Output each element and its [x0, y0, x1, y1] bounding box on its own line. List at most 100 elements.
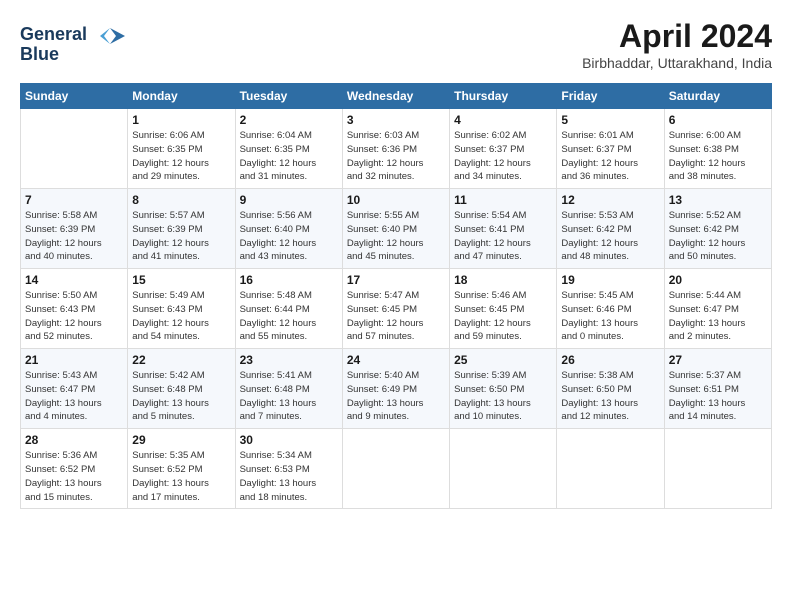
- calendar-cell: 16 Sunrise: 5:48 AM Sunset: 6:44 PM Dayli…: [235, 269, 342, 349]
- logo: General Blue: [20, 18, 130, 71]
- calendar-cell: 24Sunrise: 5:40 AM Sunset: 6:49 PM Dayli…: [342, 349, 449, 429]
- calendar-cell: 3 Sunrise: 6:03 AM Sunset: 6:36 PM Daylig…: [342, 109, 449, 189]
- day-info: Sunrise: 5:55 AM Sunset: 6:40 PM Dayligh…: [347, 209, 445, 264]
- calendar-cell: 13 Sunrise: 5:52 AM Sunset: 6:42 PM Dayli…: [664, 189, 771, 269]
- column-header-monday: Monday: [128, 84, 235, 109]
- column-header-wednesday: Wednesday: [342, 84, 449, 109]
- calendar-cell: 30Sunrise: 5:34 AM Sunset: 6:53 PM Dayli…: [235, 429, 342, 509]
- day-info: Sunrise: 5:44 AM Sunset: 6:47 PM Dayligh…: [669, 289, 767, 344]
- calendar-cell: [342, 429, 449, 509]
- day-number: 15: [132, 273, 230, 287]
- day-number: 12: [561, 193, 659, 207]
- day-info: Sunrise: 5:41 AM Sunset: 6:48 PM Dayligh…: [240, 369, 338, 424]
- calendar-cell: 14 Sunrise: 5:50 AM Sunset: 6:43 PM Dayli…: [21, 269, 128, 349]
- calendar-week-2: 7 Sunrise: 5:58 AM Sunset: 6:39 PM Daylig…: [21, 189, 772, 269]
- day-info: Sunrise: 6:03 AM Sunset: 6:36 PM Dayligh…: [347, 129, 445, 184]
- calendar-cell: 20 Sunrise: 5:44 AM Sunset: 6:47 PM Dayli…: [664, 269, 771, 349]
- day-info: Sunrise: 6:06 AM Sunset: 6:35 PM Dayligh…: [132, 129, 230, 184]
- calendar-cell: 29Sunrise: 5:35 AM Sunset: 6:52 PM Dayli…: [128, 429, 235, 509]
- day-info: Sunrise: 6:01 AM Sunset: 6:37 PM Dayligh…: [561, 129, 659, 184]
- calendar-cell: [664, 429, 771, 509]
- calendar-cell: 15 Sunrise: 5:49 AM Sunset: 6:43 PM Dayli…: [128, 269, 235, 349]
- column-header-friday: Friday: [557, 84, 664, 109]
- day-number: 26: [561, 353, 659, 367]
- calendar-week-4: 21 Sunrise: 5:43 AM Sunset: 6:47 PM Dayli…: [21, 349, 772, 429]
- calendar-cell: 1 Sunrise: 6:06 AM Sunset: 6:35 PM Daylig…: [128, 109, 235, 189]
- day-number: 6: [669, 113, 767, 127]
- day-number: 10: [347, 193, 445, 207]
- title-area: April 2024 Birbhaddar, Uttarakhand, Indi…: [582, 18, 772, 71]
- calendar-cell: 11 Sunrise: 5:54 AM Sunset: 6:41 PM Dayli…: [450, 189, 557, 269]
- day-number: 16: [240, 273, 338, 287]
- day-number: 17: [347, 273, 445, 287]
- day-info: Sunrise: 5:46 AM Sunset: 6:45 PM Dayligh…: [454, 289, 552, 344]
- day-info: Sunrise: 5:48 AM Sunset: 6:44 PM Dayligh…: [240, 289, 338, 344]
- day-number: 30: [240, 433, 338, 447]
- calendar-cell: 12 Sunrise: 5:53 AM Sunset: 6:42 PM Dayli…: [557, 189, 664, 269]
- day-info: Sunrise: 5:37 AM Sunset: 6:51 PM Dayligh…: [669, 369, 767, 424]
- calendar-cell: [21, 109, 128, 189]
- calendar-cell: 25Sunrise: 5:39 AM Sunset: 6:50 PM Dayli…: [450, 349, 557, 429]
- calendar-cell: 23 Sunrise: 5:41 AM Sunset: 6:48 PM Dayli…: [235, 349, 342, 429]
- day-number: 19: [561, 273, 659, 287]
- svg-text:General: General: [20, 24, 87, 44]
- calendar-table: SundayMondayTuesdayWednesdayThursdayFrid…: [20, 83, 772, 509]
- calendar-week-1: 1 Sunrise: 6:06 AM Sunset: 6:35 PM Daylig…: [21, 109, 772, 189]
- day-number: 24: [347, 353, 445, 367]
- location: Birbhaddar, Uttarakhand, India: [582, 55, 772, 71]
- calendar-cell: 21 Sunrise: 5:43 AM Sunset: 6:47 PM Dayli…: [21, 349, 128, 429]
- calendar-cell: 27Sunrise: 5:37 AM Sunset: 6:51 PM Dayli…: [664, 349, 771, 429]
- day-info: Sunrise: 5:45 AM Sunset: 6:46 PM Dayligh…: [561, 289, 659, 344]
- day-info: Sunrise: 5:43 AM Sunset: 6:47 PM Dayligh…: [25, 369, 123, 424]
- day-info: Sunrise: 5:58 AM Sunset: 6:39 PM Dayligh…: [25, 209, 123, 264]
- day-info: Sunrise: 5:49 AM Sunset: 6:43 PM Dayligh…: [132, 289, 230, 344]
- day-info: Sunrise: 5:35 AM Sunset: 6:52 PM Dayligh…: [132, 449, 230, 504]
- header: General Blue April 2024 Birbhaddar, Utta…: [20, 18, 772, 71]
- calendar-cell: 4Sunrise: 6:02 AM Sunset: 6:37 PM Daylig…: [450, 109, 557, 189]
- day-info: Sunrise: 5:57 AM Sunset: 6:39 PM Dayligh…: [132, 209, 230, 264]
- day-info: Sunrise: 5:52 AM Sunset: 6:42 PM Dayligh…: [669, 209, 767, 264]
- calendar-cell: 10 Sunrise: 5:55 AM Sunset: 6:40 PM Dayli…: [342, 189, 449, 269]
- calendar-cell: 5 Sunrise: 6:01 AM Sunset: 6:37 PM Daylig…: [557, 109, 664, 189]
- day-info: Sunrise: 6:00 AM Sunset: 6:38 PM Dayligh…: [669, 129, 767, 184]
- day-number: 11: [454, 193, 552, 207]
- main-container: General Blue April 2024 Birbhaddar, Utta…: [0, 0, 792, 519]
- day-number: 21: [25, 353, 123, 367]
- calendar-cell: [450, 429, 557, 509]
- day-number: 20: [669, 273, 767, 287]
- day-number: 14: [25, 273, 123, 287]
- calendar-cell: 26Sunrise: 5:38 AM Sunset: 6:50 PM Dayli…: [557, 349, 664, 429]
- day-info: Sunrise: 5:42 AM Sunset: 6:48 PM Dayligh…: [132, 369, 230, 424]
- svg-text:Blue: Blue: [20, 44, 59, 64]
- calendar-week-3: 14 Sunrise: 5:50 AM Sunset: 6:43 PM Dayli…: [21, 269, 772, 349]
- calendar-cell: 7 Sunrise: 5:58 AM Sunset: 6:39 PM Daylig…: [21, 189, 128, 269]
- day-info: Sunrise: 5:50 AM Sunset: 6:43 PM Dayligh…: [25, 289, 123, 344]
- day-info: Sunrise: 5:54 AM Sunset: 6:41 PM Dayligh…: [454, 209, 552, 264]
- logo-svg: General Blue: [20, 18, 130, 66]
- day-number: 25: [454, 353, 552, 367]
- column-header-tuesday: Tuesday: [235, 84, 342, 109]
- day-number: 5: [561, 113, 659, 127]
- calendar-cell: 22Sunrise: 5:42 AM Sunset: 6:48 PM Dayli…: [128, 349, 235, 429]
- column-header-thursday: Thursday: [450, 84, 557, 109]
- day-number: 2: [240, 113, 338, 127]
- calendar-cell: 17 Sunrise: 5:47 AM Sunset: 6:45 PM Dayli…: [342, 269, 449, 349]
- day-number: 23: [240, 353, 338, 367]
- day-number: 18: [454, 273, 552, 287]
- calendar-header-row: SundayMondayTuesdayWednesdayThursdayFrid…: [21, 84, 772, 109]
- day-number: 13: [669, 193, 767, 207]
- column-header-sunday: Sunday: [21, 84, 128, 109]
- month-title: April 2024: [582, 18, 772, 55]
- day-info: Sunrise: 5:56 AM Sunset: 6:40 PM Dayligh…: [240, 209, 338, 264]
- day-number: 7: [25, 193, 123, 207]
- calendar-cell: [557, 429, 664, 509]
- calendar-cell: 2Sunrise: 6:04 AM Sunset: 6:35 PM Daylig…: [235, 109, 342, 189]
- day-info: Sunrise: 5:47 AM Sunset: 6:45 PM Dayligh…: [347, 289, 445, 344]
- calendar-cell: 18 Sunrise: 5:46 AM Sunset: 6:45 PM Dayli…: [450, 269, 557, 349]
- calendar-cell: 19 Sunrise: 5:45 AM Sunset: 6:46 PM Dayli…: [557, 269, 664, 349]
- day-info: Sunrise: 5:53 AM Sunset: 6:42 PM Dayligh…: [561, 209, 659, 264]
- calendar-cell: 6 Sunrise: 6:00 AM Sunset: 6:38 PM Daylig…: [664, 109, 771, 189]
- day-number: 1: [132, 113, 230, 127]
- day-number: 4: [454, 113, 552, 127]
- day-number: 3: [347, 113, 445, 127]
